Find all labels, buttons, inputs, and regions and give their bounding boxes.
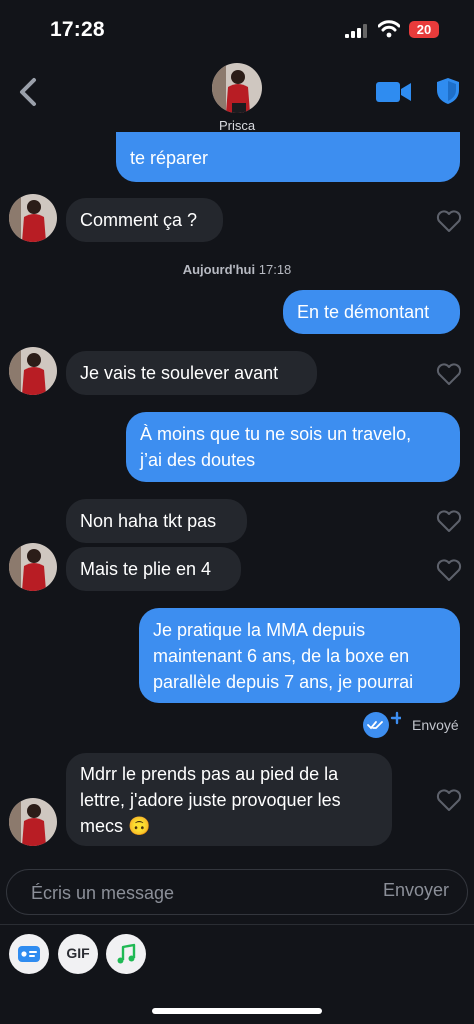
sent-status: Envoyé	[412, 717, 459, 733]
avatar-photo	[9, 347, 57, 395]
avatar-photo	[9, 194, 57, 242]
message-text: Mais te plie en 4	[80, 559, 212, 579]
message-line: maintenant 6 ans, de la boxe en	[153, 646, 410, 666]
heart-icon[interactable]	[436, 509, 462, 533]
heart-icon[interactable]	[436, 558, 462, 582]
send-button[interactable]: Envoyer	[383, 880, 449, 901]
message-line: lettre, j'adore juste provoquer les	[80, 790, 341, 810]
avatar-photo	[9, 798, 57, 846]
contact-name[interactable]: Prisca	[0, 118, 474, 133]
divider	[0, 924, 474, 925]
contact-avatar-small[interactable]	[9, 194, 57, 242]
gif-button[interactable]: GIF	[58, 934, 98, 974]
message-incoming[interactable]: Je vais te soulever avant	[66, 351, 317, 395]
gif-label: GIF	[66, 945, 90, 961]
contact-avatar-small[interactable]	[9, 543, 57, 591]
message-text: Comment ça ?	[80, 210, 198, 230]
message-text: Non haha tkt pas	[80, 511, 217, 531]
message-outgoing[interactable]: À moins que tu ne sois un travelo, j’ai …	[126, 412, 460, 482]
timestamp-day: Aujourd'hui	[182, 262, 256, 277]
status-time: 17:28	[50, 18, 105, 41]
message-input[interactable]	[29, 880, 363, 906]
message-line: j’ai des doutes	[140, 450, 256, 470]
message-line: Je pratique la MMA depuis	[153, 620, 366, 640]
message-line: parallèle depuis 7 ans, je pourrai	[153, 672, 414, 692]
message-incoming[interactable]: Mais te plie en 4	[66, 547, 241, 591]
message-outgoing[interactable]: te réparer	[116, 132, 460, 182]
signal-icon	[345, 24, 367, 38]
wifi-icon	[378, 20, 400, 38]
message-incoming[interactable]: Non haha tkt pas	[66, 499, 247, 543]
message-outgoing[interactable]: En te démontant	[283, 290, 460, 334]
message-outgoing[interactable]: Je pratique la MMA depuis maintenant 6 a…	[139, 608, 460, 703]
timestamp: Aujourd'hui 17:18	[0, 262, 474, 277]
avatar-photo	[212, 63, 262, 113]
heart-icon[interactable]	[436, 788, 462, 812]
contact-avatar[interactable]	[212, 63, 262, 113]
home-indicator	[152, 1008, 322, 1014]
message-composer: Envoyer	[6, 869, 468, 915]
message-text: En te démontant	[297, 302, 430, 322]
timestamp-time: 17:18	[258, 262, 292, 277]
contact-avatar-small[interactable]	[9, 347, 57, 395]
heart-icon[interactable]	[436, 362, 462, 386]
battery-icon: 20	[409, 21, 439, 38]
message-line: Mdrr le prends pas au pied de la	[80, 764, 339, 784]
avatar-photo	[9, 543, 57, 591]
message-incoming[interactable]: Mdrr le prends pas au pied de la lettre,…	[66, 753, 392, 846]
read-receipt-icon	[363, 711, 401, 738]
message-incoming[interactable]: Comment ça ?	[66, 198, 223, 242]
message-text: Je vais te soulever avant	[80, 363, 279, 383]
message-line: mecs 🙃	[80, 816, 151, 836]
contact-avatar-small[interactable]	[9, 798, 57, 846]
back-arrow-icon[interactable]	[14, 74, 44, 110]
heart-icon[interactable]	[436, 209, 462, 233]
shield-icon[interactable]	[436, 77, 460, 105]
music-note-icon	[117, 943, 136, 964]
contact-card-button[interactable]	[9, 934, 49, 974]
message-line: À moins que tu ne sois un travelo,	[140, 424, 412, 444]
music-button[interactable]	[106, 934, 146, 974]
video-call-icon[interactable]	[376, 80, 412, 104]
message-text: te réparer	[130, 148, 209, 168]
contact-card-icon	[18, 946, 40, 962]
